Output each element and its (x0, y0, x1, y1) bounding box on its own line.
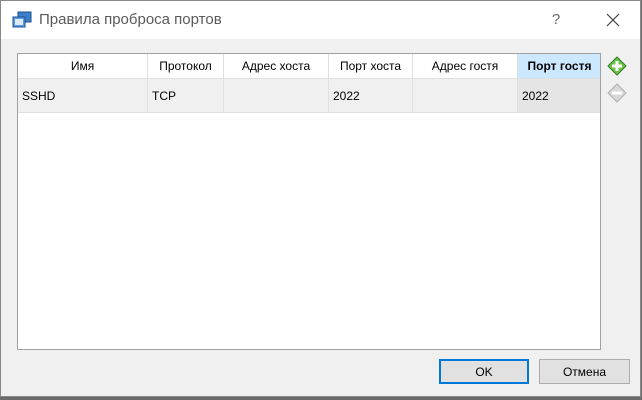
cell-guest-ip[interactable] (413, 79, 518, 113)
column-header-guest-port[interactable]: Порт гостя (518, 54, 600, 79)
cell-guest-port[interactable]: 2022 (518, 79, 600, 113)
ok-button[interactable]: OK (439, 359, 529, 384)
column-header-host-port[interactable]: Порт хоста (329, 54, 413, 79)
help-button[interactable]: ? (539, 3, 573, 37)
column-header-host-ip[interactable]: Адрес хоста (224, 54, 329, 79)
close-button[interactable] (593, 3, 633, 37)
cell-host-ip[interactable] (224, 79, 329, 113)
column-header-guest-ip[interactable]: Адрес гостя (413, 54, 518, 79)
port-forwarding-dialog: Правила проброса портов ? Имя Протокол А… (0, 0, 641, 397)
add-rule-icon (607, 56, 627, 76)
virtualbox-app-icon (12, 11, 32, 29)
cell-name[interactable]: SSHD (18, 79, 148, 113)
port-rules-table[interactable]: Имя Протокол Адрес хоста Порт хоста Адре… (17, 53, 601, 350)
close-icon (606, 13, 620, 27)
title-bar: Правила проброса портов ? (1, 1, 640, 39)
cell-host-port[interactable]: 2022 (329, 79, 413, 113)
add-rule-button[interactable] (605, 54, 629, 78)
window-title: Правила проброса портов (39, 11, 222, 28)
cancel-button[interactable]: Отмена (539, 359, 630, 384)
remove-rule-icon (607, 83, 627, 103)
column-header-protocol[interactable]: Протокол (148, 54, 224, 79)
cell-protocol[interactable]: TCP (148, 79, 224, 113)
remove-rule-button[interactable] (605, 81, 629, 105)
column-header-name[interactable]: Имя (18, 54, 148, 79)
